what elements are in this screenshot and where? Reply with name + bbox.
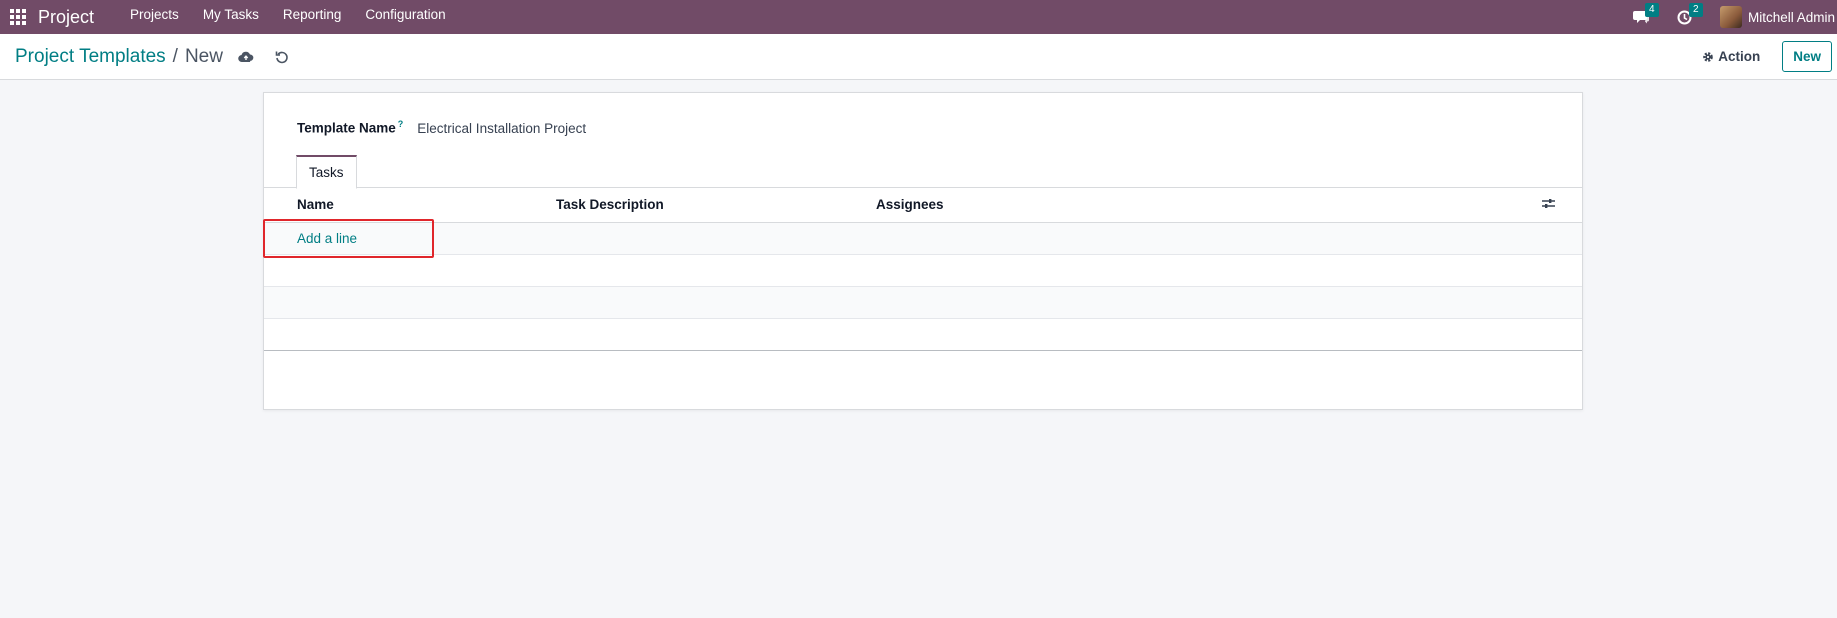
table-header-row: Name Task Description Assignees [264, 188, 1582, 223]
form-sheet: Template Name? Electrical Installation P… [263, 92, 1583, 410]
action-label: Action [1718, 49, 1761, 64]
table-row [264, 286, 1582, 319]
menu-reporting[interactable]: Reporting [271, 0, 354, 34]
apps-menu-icon[interactable] [0, 0, 36, 34]
help-tooltip-icon[interactable]: ? [398, 119, 404, 129]
user-menu[interactable]: Mitchell Admin [1710, 6, 1837, 28]
optional-columns-toggle[interactable] [1542, 188, 1582, 223]
breadcrumb-project-templates[interactable]: Project Templates [15, 46, 166, 68]
gear-icon [1703, 51, 1714, 62]
table-row [264, 318, 1582, 351]
action-button[interactable]: Action [1694, 43, 1768, 70]
avatar [1719, 6, 1742, 28]
tab-tasks[interactable]: Tasks [296, 155, 357, 189]
column-header-name[interactable]: Name [264, 188, 556, 223]
table-row [264, 254, 1582, 287]
menu-configuration[interactable]: Configuration [353, 0, 457, 34]
column-header-task-description[interactable]: Task Description [556, 188, 876, 223]
new-button[interactable]: New [1782, 41, 1832, 72]
template-name-input[interactable]: Electrical Installation Project [417, 121, 586, 136]
add-a-line-link[interactable]: Add a line [297, 231, 357, 246]
top-navbar: Project Projects My Tasks Reporting Conf… [0, 0, 1837, 34]
template-name-label: Template Name? [297, 119, 403, 136]
table-row: Add a line [264, 222, 1582, 255]
save-button[interactable] [235, 46, 257, 68]
column-header-assignees[interactable]: Assignees [876, 188, 1542, 223]
control-panel: Project Templates / New Action New [0, 34, 1837, 80]
menu-projects[interactable]: Projects [118, 0, 191, 34]
messages-button[interactable]: 4 [1623, 0, 1659, 34]
breadcrumb-current: New [184, 45, 223, 67]
messages-badge: 4 [1644, 3, 1659, 17]
app-name[interactable]: Project [38, 7, 94, 28]
tasks-table: Name Task Description Assignees Add a li… [264, 188, 1582, 351]
menu-my-tasks[interactable]: My Tasks [191, 0, 271, 34]
notebook-tabs: Tasks [264, 155, 1582, 189]
systray: 4 2 Mitchell Admin [1623, 0, 1837, 34]
breadcrumb: Project Templates / New [15, 46, 223, 68]
main-menu: Projects My Tasks Reporting Configuratio… [118, 0, 458, 34]
template-name-row: Template Name? Electrical Installation P… [297, 119, 586, 136]
breadcrumb-separator: / [172, 45, 178, 67]
activities-button[interactable]: 2 [1667, 0, 1703, 34]
cloud-upload-icon [238, 51, 254, 62]
control-panel-actions: Action New [1694, 41, 1832, 72]
activities-badge: 2 [1688, 3, 1703, 17]
template-name-label-text: Template Name [297, 120, 396, 136]
user-name: Mitchell Admin [1747, 9, 1835, 25]
undo-icon [275, 51, 288, 63]
discard-button[interactable] [271, 46, 293, 68]
sliders-icon [1542, 199, 1555, 209]
